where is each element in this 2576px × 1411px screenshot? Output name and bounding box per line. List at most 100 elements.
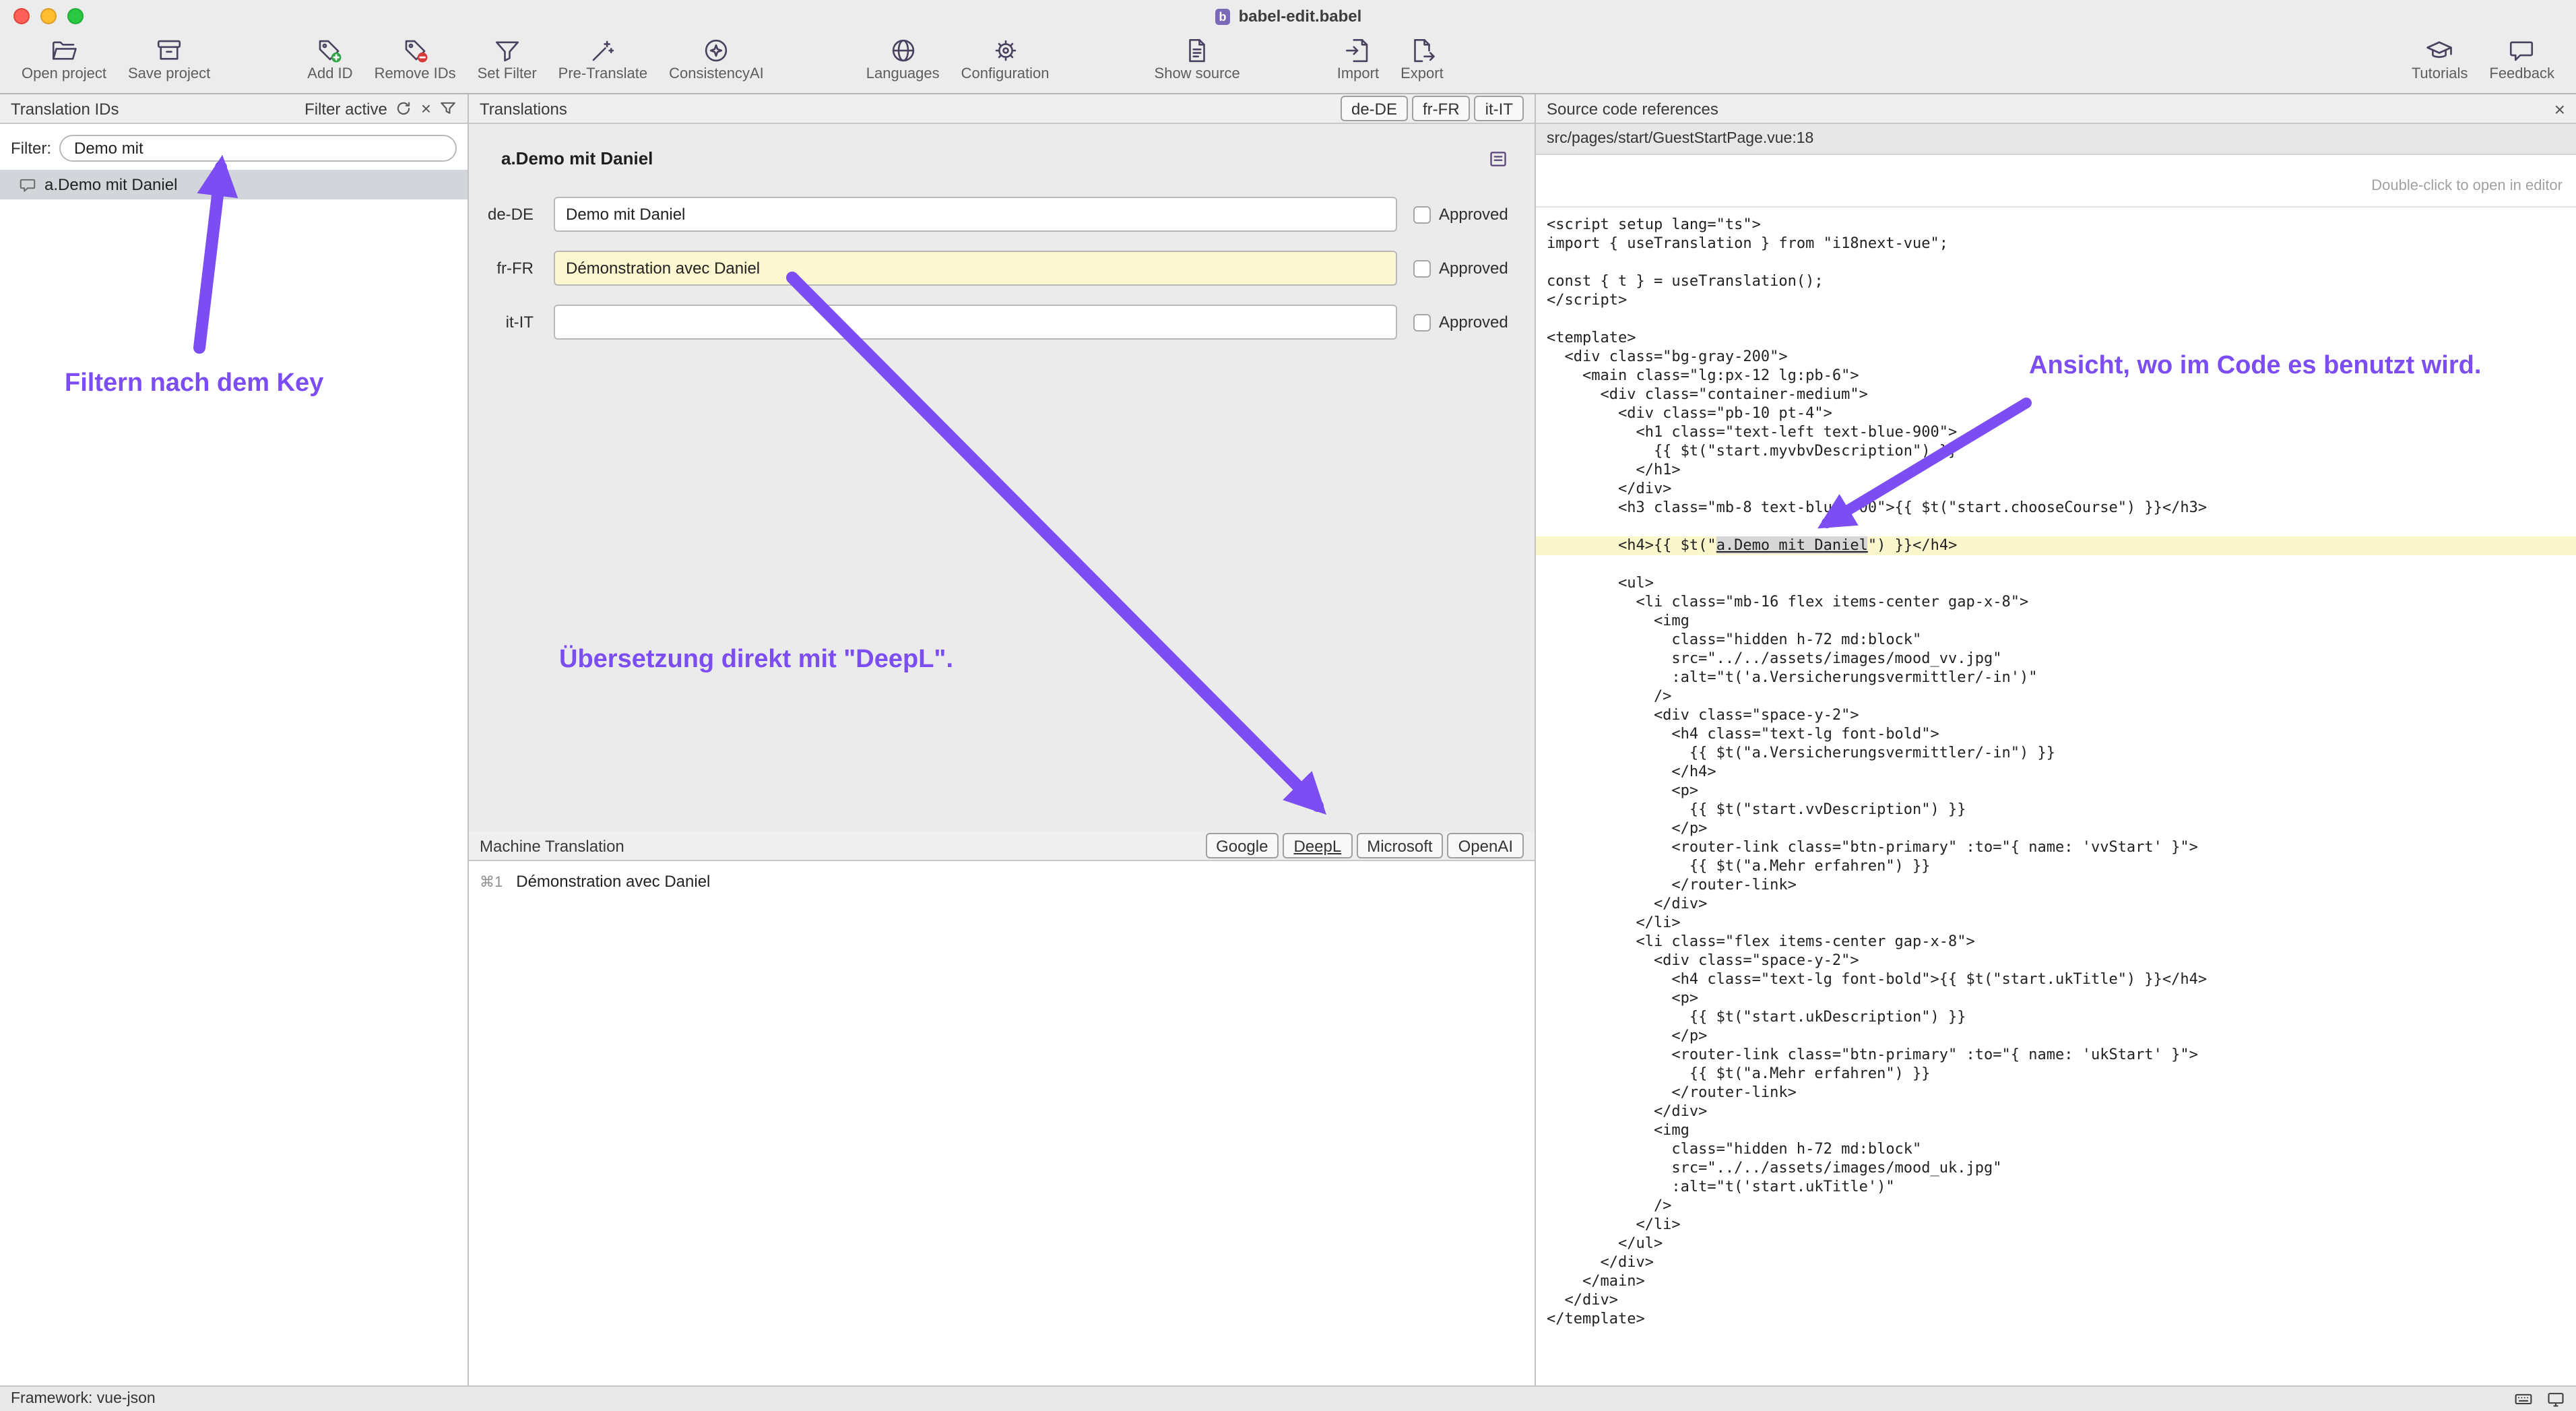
code-line: </h1> — [1536, 461, 2576, 480]
code-line: </p> — [1536, 1027, 2576, 1046]
code-line: <h4 class="text-lg font-bold">{{ $t("sta… — [1536, 970, 2576, 989]
magic-wand-icon — [589, 36, 617, 65]
close-window-button[interactable] — [13, 8, 30, 24]
save-project-button[interactable]: Save project — [117, 36, 221, 82]
code-line: <p> — [1536, 989, 2576, 1008]
translation-input-it-IT[interactable] — [554, 305, 1397, 340]
code-line: {{ $t("a.Mehr erfahren") }} — [1536, 857, 2576, 876]
language-label: it-IT — [485, 313, 534, 332]
language-tab-it-IT[interactable]: it-IT — [1475, 96, 1524, 121]
comment-note-icon[interactable] — [1489, 149, 1508, 168]
refresh-icon[interactable] — [395, 100, 413, 117]
translations-title: Translations — [480, 99, 567, 118]
mt-provider-openai[interactable]: OpenAI — [1448, 833, 1524, 858]
entry-title: a.Demo mit Daniel — [501, 148, 653, 168]
code-line: <img — [1536, 612, 2576, 631]
code-line: class="hidden h-72 md:block" — [1536, 1140, 2576, 1159]
gear-icon — [991, 36, 1019, 65]
code-line: </div> — [1536, 480, 2576, 499]
code-line: src="../../assets/images/mood_vv.jpg" — [1536, 650, 2576, 668]
approved-label: Approved — [1439, 205, 1508, 224]
language-tab-label: it-IT — [1485, 99, 1513, 118]
filter-funnel-small-icon[interactable] — [439, 100, 457, 117]
code-line: <ul> — [1536, 574, 2576, 593]
globe-icon — [889, 36, 917, 65]
code-line: :alt="t('a.Versicherungsvermittler/-in')… — [1536, 668, 2576, 687]
source-references-title: Source code references — [1547, 99, 1718, 118]
file-reference-bar[interactable]: src/pages/start/GuestStartPage.vue:18 — [1536, 124, 2576, 155]
pre-translate-button[interactable]: Pre-Translate — [548, 36, 658, 82]
source-annotation-text: Ansicht, wo im Code es benutzt wird. — [2029, 352, 2481, 381]
languages-button[interactable]: Languages — [856, 36, 951, 82]
machine-translation-content: ⌘1 Démonstration avec Daniel — [469, 861, 1535, 1385]
translations-header: Translations de-DE fr-FR it-IT — [469, 94, 1535, 124]
titlebar: b babel-edit.babel — [0, 0, 2576, 32]
language-tab-fr-FR[interactable]: fr-FR — [1412, 96, 1471, 121]
language-label: fr-FR — [485, 259, 534, 278]
translation-id-item-selected[interactable]: a.Demo mit Daniel — [0, 170, 468, 199]
translations-panel: Translations de-DE fr-FR it-IT a.Demo mi… — [469, 94, 1535, 1385]
toolbar-label: Export — [1400, 66, 1444, 82]
mt-provider-deepl[interactable]: DeepL — [1283, 833, 1352, 858]
code-line: <div class="space-y-2"> — [1536, 706, 2576, 725]
code-line: </h4> — [1536, 763, 2576, 782]
babeledit-window: b babel-edit.babel Open project Save pro… — [0, 0, 2576, 1411]
feedback-button[interactable]: Feedback — [2478, 36, 2565, 82]
configuration-button[interactable]: Configuration — [951, 36, 1060, 82]
toolbar-label: Import — [1337, 66, 1379, 82]
approved-checkbox-de-DE[interactable] — [1413, 206, 1431, 223]
code-line: </router-link> — [1536, 1084, 2576, 1102]
set-filter-button[interactable]: Set Filter — [467, 36, 548, 82]
translation-id-label: a.Demo mit Daniel — [44, 175, 177, 194]
show-source-button[interactable]: Show source — [1144, 36, 1251, 82]
add-id-button[interactable]: Add ID — [296, 36, 363, 82]
remove-ids-button[interactable]: Remove IDs — [364, 36, 467, 82]
code-lines: <script setup lang="ts">import { useTran… — [1536, 216, 2576, 1329]
export-button[interactable]: Export — [1390, 36, 1454, 82]
code-view[interactable]: <script setup lang="ts">import { useTran… — [1536, 208, 2576, 1385]
minimize-window-button[interactable] — [40, 8, 57, 24]
consistency-ai-button[interactable]: ConsistencyAI — [658, 36, 775, 82]
approved-checkbox-fr-FR[interactable] — [1413, 259, 1431, 277]
code-line: <div class="space-y-2"> — [1536, 951, 2576, 970]
toolbar-label: Save project — [128, 66, 210, 82]
translations-content: a.Demo mit Daniel de-DE Approved fr-FR — [469, 124, 1535, 832]
toolbar-label: Remove IDs — [375, 66, 456, 82]
code-line: <img — [1536, 1121, 2576, 1140]
export-icon — [1408, 36, 1436, 65]
import-button[interactable]: Import — [1326, 36, 1390, 82]
code-line: </div> — [1536, 1253, 2576, 1272]
mt-suggestion-row[interactable]: ⌘1 Démonstration avec Daniel — [469, 861, 1535, 891]
code-line: </li> — [1536, 1216, 2576, 1234]
language-tab-de-DE[interactable]: de-DE — [1341, 96, 1408, 121]
close-panel-icon[interactable]: × — [2554, 99, 2565, 118]
window-title: b babel-edit.babel — [0, 0, 2576, 32]
filter-input[interactable] — [59, 135, 457, 162]
open-project-button[interactable]: Open project — [11, 36, 117, 82]
source-references-header: Source code references × — [1536, 94, 2576, 124]
mt-provider-google[interactable]: Google — [1205, 833, 1279, 858]
tutorials-button[interactable]: Tutorials — [2401, 36, 2479, 82]
toolbar-label: ConsistencyAI — [669, 66, 764, 82]
code-line: </script> — [1536, 291, 2576, 310]
code-line: </p> — [1536, 819, 2576, 838]
code-line: <h4 class="text-lg font-bold"> — [1536, 725, 2576, 744]
mt-provider-microsoft[interactable]: Microsoft — [1356, 833, 1443, 858]
translation-input-de-DE[interactable] — [554, 197, 1397, 232]
code-line: import { useTranslation } from "i18next-… — [1536, 234, 2576, 253]
approved-checkbox-it-IT[interactable] — [1413, 313, 1431, 331]
keyboard-icon[interactable] — [2514, 1389, 2533, 1408]
zoom-window-button[interactable] — [67, 8, 84, 24]
code-line: class="hidden h-72 md:block" — [1536, 631, 2576, 650]
display-icon[interactable] — [2546, 1389, 2565, 1408]
code-line: <template> — [1536, 329, 2576, 348]
consistency-ai-icon — [702, 36, 730, 65]
clear-filter-icon[interactable]: × — [421, 100, 431, 117]
toolbar: Open project Save project Add ID Remove … — [0, 32, 2576, 94]
approved-label: Approved — [1439, 313, 1508, 332]
translation-input-fr-FR[interactable] — [554, 251, 1397, 286]
highlighted-translation-key[interactable]: a.Demo mit Daniel — [1716, 536, 1868, 554]
translation-row-it-IT: it-IT Approved — [469, 305, 1535, 340]
deepl-annotation-text: Übersetzung direkt mit "DeepL". — [559, 646, 953, 675]
framework-label: Framework: vue-json — [11, 1391, 156, 1407]
